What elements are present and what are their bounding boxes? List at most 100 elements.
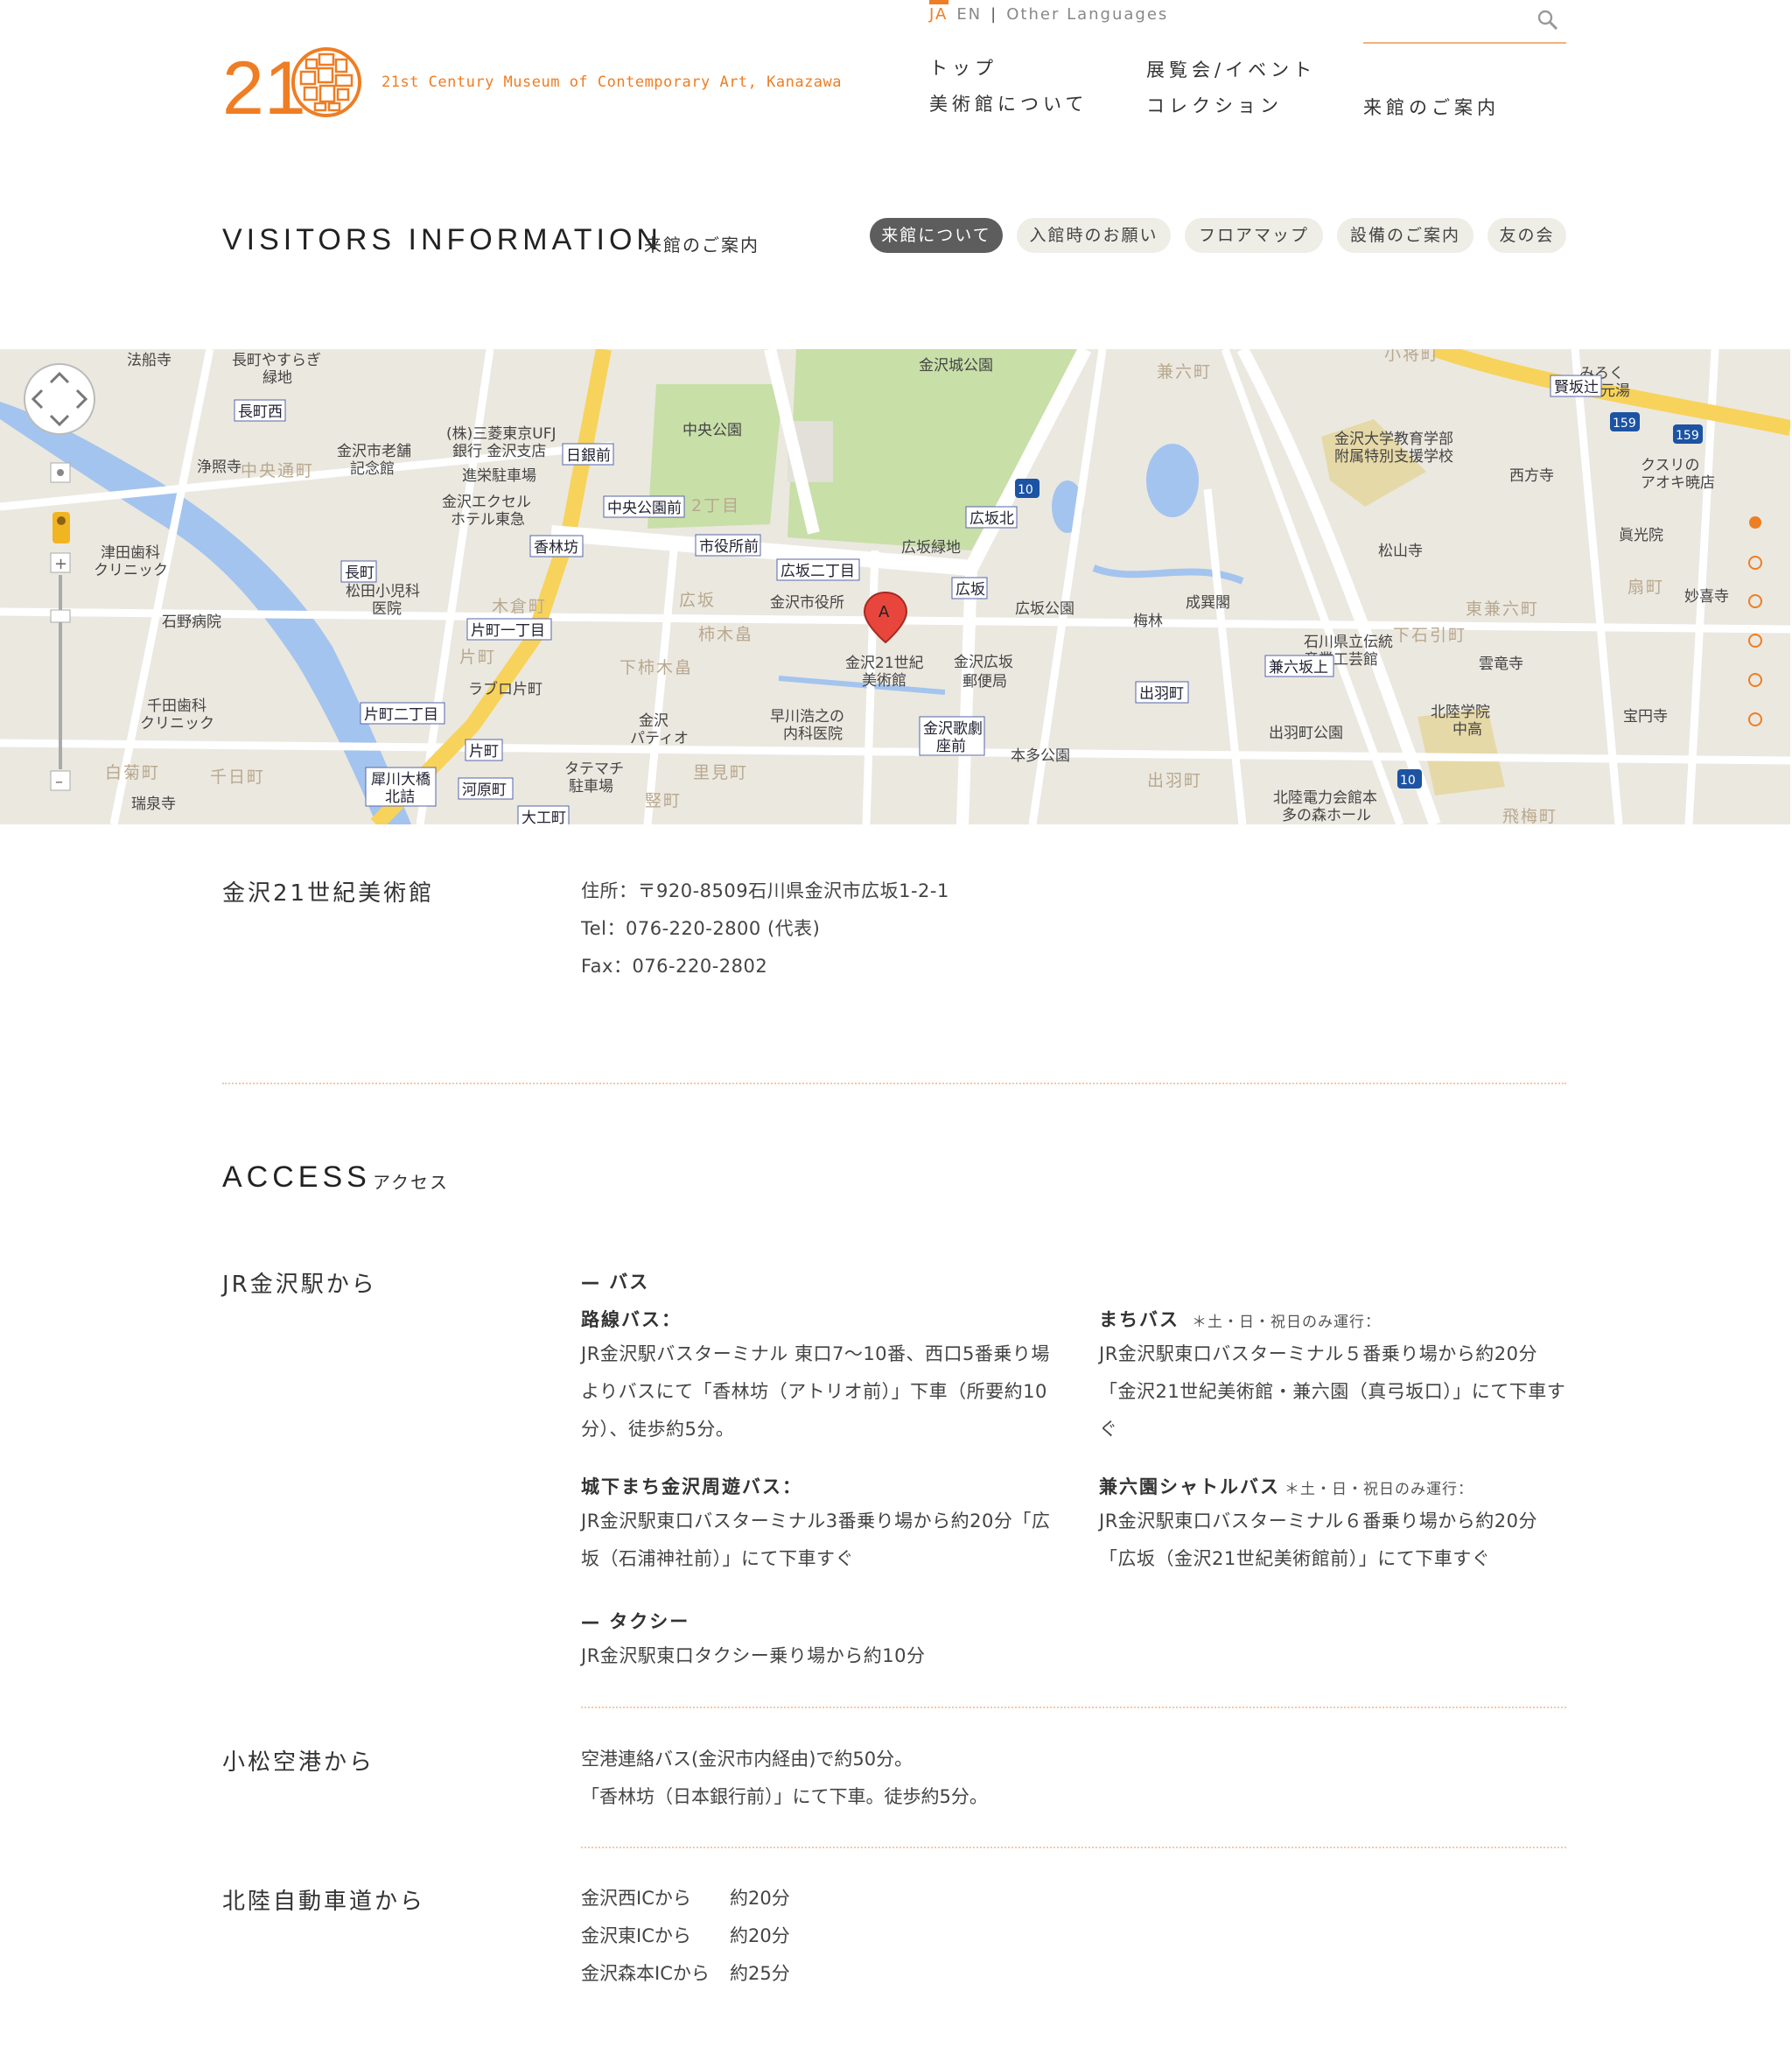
svg-text:兼六坂上: 兼六坂上	[1269, 659, 1328, 676]
access-title: ACCESS	[222, 1160, 371, 1194]
svg-text:早川浩之の: 早川浩之の	[770, 708, 844, 726]
svg-text:松山寺: 松山寺	[1378, 543, 1423, 560]
svg-text:広坂二丁目: 広坂二丁目	[780, 563, 855, 580]
svg-text:木倉町: 木倉町	[492, 597, 547, 616]
svg-text:+: +	[54, 555, 67, 573]
svg-text:浄照寺: 浄照寺	[197, 459, 242, 476]
svg-text:座前: 座前	[936, 738, 966, 755]
nav-exhibitions[interactable]: 展覧会/イベント	[1146, 56, 1316, 82]
lang-en-link[interactable]: EN	[956, 5, 982, 24]
svg-text:扇町: 扇町	[1628, 578, 1664, 597]
svg-text:賢坂辻: 賢坂辻	[1554, 379, 1599, 396]
rosen-bus-title: 路線バス：	[581, 1309, 682, 1330]
airport-label: 小松空港から	[222, 1749, 375, 1776]
page-subtitle: 来館のご案内	[644, 235, 760, 256]
svg-text:長町: 長町	[345, 564, 374, 582]
highway-time: 約20分	[730, 1888, 790, 1909]
svg-text:雲竜寺: 雲竜寺	[1479, 655, 1523, 673]
lang-other-link[interactable]: Other Languages	[1006, 5, 1168, 24]
highway-from: 金沢森本ICから	[581, 1963, 710, 1984]
kenroku-bus-note: ＊土・日・祝日のみ運行：	[1284, 1481, 1474, 1498]
svg-text:2丁目: 2丁目	[691, 496, 740, 515]
svg-text:犀川大橋: 犀川大橋	[371, 771, 430, 789]
svg-text:日銀前: 日銀前	[566, 447, 611, 465]
logo-text[interactable]: 21st Century Museum of Contemporary Art,…	[382, 74, 842, 91]
search-icon[interactable]	[1536, 9, 1559, 32]
svg-text:成巽閣: 成巽閣	[1186, 594, 1230, 612]
svg-text:銀行 金沢支店: 銀行 金沢支店	[452, 443, 546, 460]
svg-text:広坂: 広坂	[679, 591, 716, 610]
page-title: VISITORS INFORMATION	[222, 223, 662, 256]
svg-text:北陸学院: 北陸学院	[1431, 704, 1490, 721]
museum-name: 金沢21世紀美術館	[222, 880, 435, 907]
lang-ja-link[interactable]: JA	[929, 5, 948, 24]
search-input[interactable]	[1363, 0, 1566, 44]
address: 住所：〒920-8509石川県金沢市広坂1-2-1	[581, 880, 949, 901]
access-divider-1	[581, 1707, 1566, 1708]
svg-text:長町やすらぎ: 長町やすらぎ	[232, 352, 321, 369]
svg-text:金沢歌劇: 金沢歌劇	[923, 720, 983, 738]
nav-about[interactable]: 美術館について	[929, 90, 1088, 116]
svg-text:広坂北: 広坂北	[970, 510, 1014, 528]
svg-text:片町一丁目: 片町一丁目	[471, 622, 545, 640]
svg-text:10: 10	[1018, 483, 1033, 497]
svg-text:金沢: 金沢	[639, 712, 668, 730]
svg-text:市役所前: 市役所前	[699, 538, 759, 556]
museum-logo[interactable]: 21	[222, 46, 362, 130]
svg-text:千日町: 千日町	[210, 768, 265, 787]
nav-collection[interactable]: コレクション	[1146, 92, 1283, 118]
map-pan-control[interactable]	[24, 363, 95, 435]
subnav-about-visit[interactable]: 来館について	[870, 218, 1003, 253]
kenroku-bus-title: 兼六園シャトルバス	[1099, 1476, 1280, 1497]
logo-mark-icon: 21	[222, 46, 361, 130]
svg-text:広坂緑地: 広坂緑地	[901, 539, 961, 557]
subnav-floor-map[interactable]: フロアマップ	[1185, 218, 1323, 253]
svg-text:松田小児科: 松田小児科	[346, 583, 420, 600]
lang-active-marker	[929, 0, 948, 4]
svg-text:内科医院: 内科医院	[783, 726, 843, 743]
svg-text:下石引町: 下石引町	[1393, 626, 1466, 645]
svg-text:記念館: 記念館	[350, 459, 395, 478]
svg-text:金沢大学教育学部: 金沢大学教育学部	[1334, 431, 1453, 448]
svg-text:下柿木畠: 下柿木畠	[620, 658, 693, 677]
svg-text:片町: 片町	[469, 743, 499, 761]
svg-text:159: 159	[1676, 429, 1699, 443]
subnav-rules[interactable]: 入館時のお願い	[1017, 218, 1171, 253]
subnav-membership[interactable]: 友の会	[1488, 218, 1566, 253]
svg-text:クリニック: クリニック	[140, 715, 214, 733]
fax: Fax：076-220-2802	[581, 956, 768, 977]
svg-text:香林坊: 香林坊	[534, 539, 578, 557]
svg-text:出羽町: 出羽町	[1147, 771, 1202, 790]
svg-text:中高: 中高	[1452, 721, 1482, 739]
svg-text:10: 10	[1400, 774, 1416, 788]
svg-text:金沢城公園: 金沢城公園	[919, 357, 993, 375]
highway-row: 金沢東ICから 約20分	[581, 1922, 790, 1948]
airport-line-2: 「香林坊（日本銀行前）」にて下車。徒歩約5分。	[581, 1786, 988, 1807]
svg-text:金沢市老舗: 金沢市老舗	[337, 443, 411, 460]
svg-text:クスリの: クスリの	[1641, 457, 1700, 474]
machi-bus-note: ＊土・日・祝日のみ運行：	[1192, 1314, 1381, 1331]
svg-text:駐車場: 駐車場	[569, 778, 613, 796]
nav-visitors[interactable]: 来館のご案内	[1363, 94, 1500, 120]
svg-text:多の森ホール: 多の森ホール	[1282, 807, 1371, 824]
svg-text:片町二丁目: 片町二丁目	[364, 706, 438, 724]
access-divider-2	[581, 1847, 1566, 1848]
svg-text:本多公園: 本多公園	[1011, 747, 1070, 765]
svg-text:西方寺: 西方寺	[1509, 467, 1554, 485]
highway-from: 金沢東ICから	[581, 1925, 691, 1946]
airport-line-1: 空港連絡バス(金沢市内経由)で約50分。	[581, 1749, 914, 1770]
svg-text:美術館: 美術館	[862, 672, 906, 690]
svg-text:ホテル東急: ホテル東急	[451, 511, 525, 529]
machi-bus-text: JR金沢駅東口バスターミナル５番乗り場から約20分「金沢21世紀美術館・兼六園（…	[1099, 1343, 1566, 1440]
svg-text:–: –	[55, 773, 63, 791]
subnav-facilities[interactable]: 設備のご案内	[1337, 218, 1474, 253]
svg-text:里見町: 里見町	[693, 763, 748, 782]
svg-text:広坂公園: 広坂公園	[1015, 600, 1074, 618]
svg-text:妙喜寺: 妙喜寺	[1684, 588, 1729, 606]
section-divider	[222, 1083, 1566, 1084]
svg-text:眞光院: 眞光院	[1619, 527, 1663, 544]
google-map[interactable]: 金沢城公園 中央公園 広坂緑地 金沢市役所 金沢広坂 郵便局 石川県立伝統 産業…	[0, 349, 1790, 824]
nav-top[interactable]: トップ	[929, 54, 998, 81]
language-switcher: JA EN | Other Languages	[929, 5, 1168, 24]
highway-from: 金沢西ICから	[581, 1888, 691, 1909]
